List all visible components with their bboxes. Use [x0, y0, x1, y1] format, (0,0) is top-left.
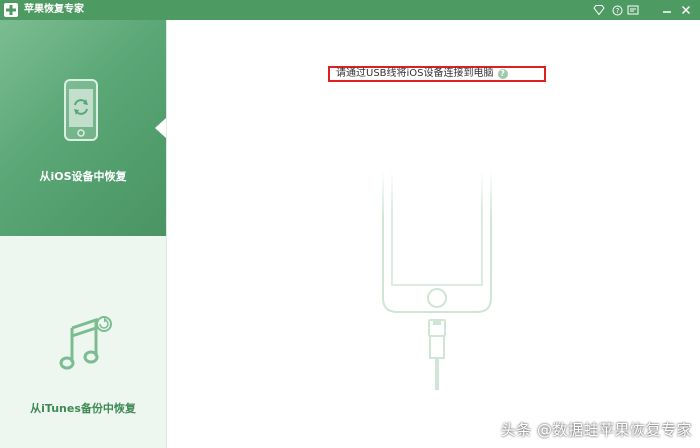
- phone-usb-cable-icon: [377, 170, 497, 394]
- app-title: 苹果恢复专家: [24, 4, 84, 15]
- title-bar: 苹果恢复专家 ?: [0, 0, 700, 20]
- sidebar-item-label: 从iOS设备中恢复: [39, 170, 127, 183]
- minimize-button[interactable]: [660, 3, 674, 17]
- close-button[interactable]: [679, 3, 693, 17]
- question-mark-icon[interactable]: ?: [497, 69, 508, 79]
- message-button[interactable]: [626, 3, 640, 17]
- phone-sync-icon: [62, 78, 102, 152]
- sidebar-item-itunes-backup[interactable]: 从iTunes备份中恢复: [0, 236, 166, 448]
- vip-diamond-icon[interactable]: [592, 3, 606, 17]
- watermark: 头条 @数据蛙苹果恢复专家: [500, 421, 692, 439]
- app-logo-icon: [4, 3, 18, 17]
- active-pointer: [155, 118, 166, 138]
- help-button[interactable]: ?: [610, 3, 624, 17]
- connect-instruction: 请通过USB线将iOS设备连接到电脑 ?: [328, 66, 546, 82]
- main-panel: 请通过USB线将iOS设备连接到电脑 ?: [167, 20, 700, 448]
- svg-text:?: ?: [615, 7, 619, 15]
- sidebar-item-label: 从iTunes备份中恢复: [30, 402, 136, 415]
- sidebar: 从iOS设备中恢复 从iTunes备份中恢复: [0, 20, 166, 448]
- sidebar-item-ios-device[interactable]: 从iOS设备中恢复: [0, 20, 166, 236]
- instruction-text: 请通过USB线将iOS设备连接到电脑: [336, 68, 494, 79]
- music-note-sync-icon: [58, 316, 114, 378]
